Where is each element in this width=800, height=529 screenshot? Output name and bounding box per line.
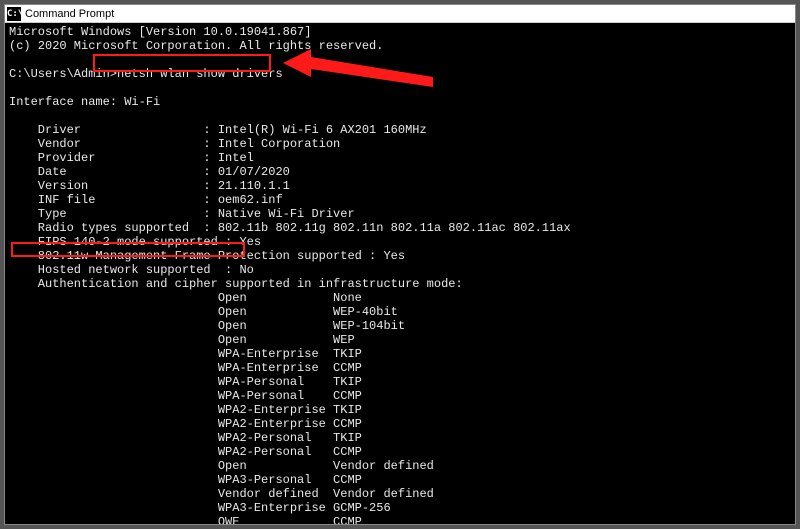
titlebar[interactable]: C:\ Command Prompt: [5, 5, 795, 23]
cmd-window: C:\ Command Prompt Microsoft Windows [Ve…: [4, 4, 796, 525]
terminal-output[interactable]: Microsoft Windows [Version 10.0.19041.86…: [5, 23, 795, 524]
cmd-icon: C:\: [7, 7, 21, 21]
window-title: Command Prompt: [25, 8, 114, 20]
